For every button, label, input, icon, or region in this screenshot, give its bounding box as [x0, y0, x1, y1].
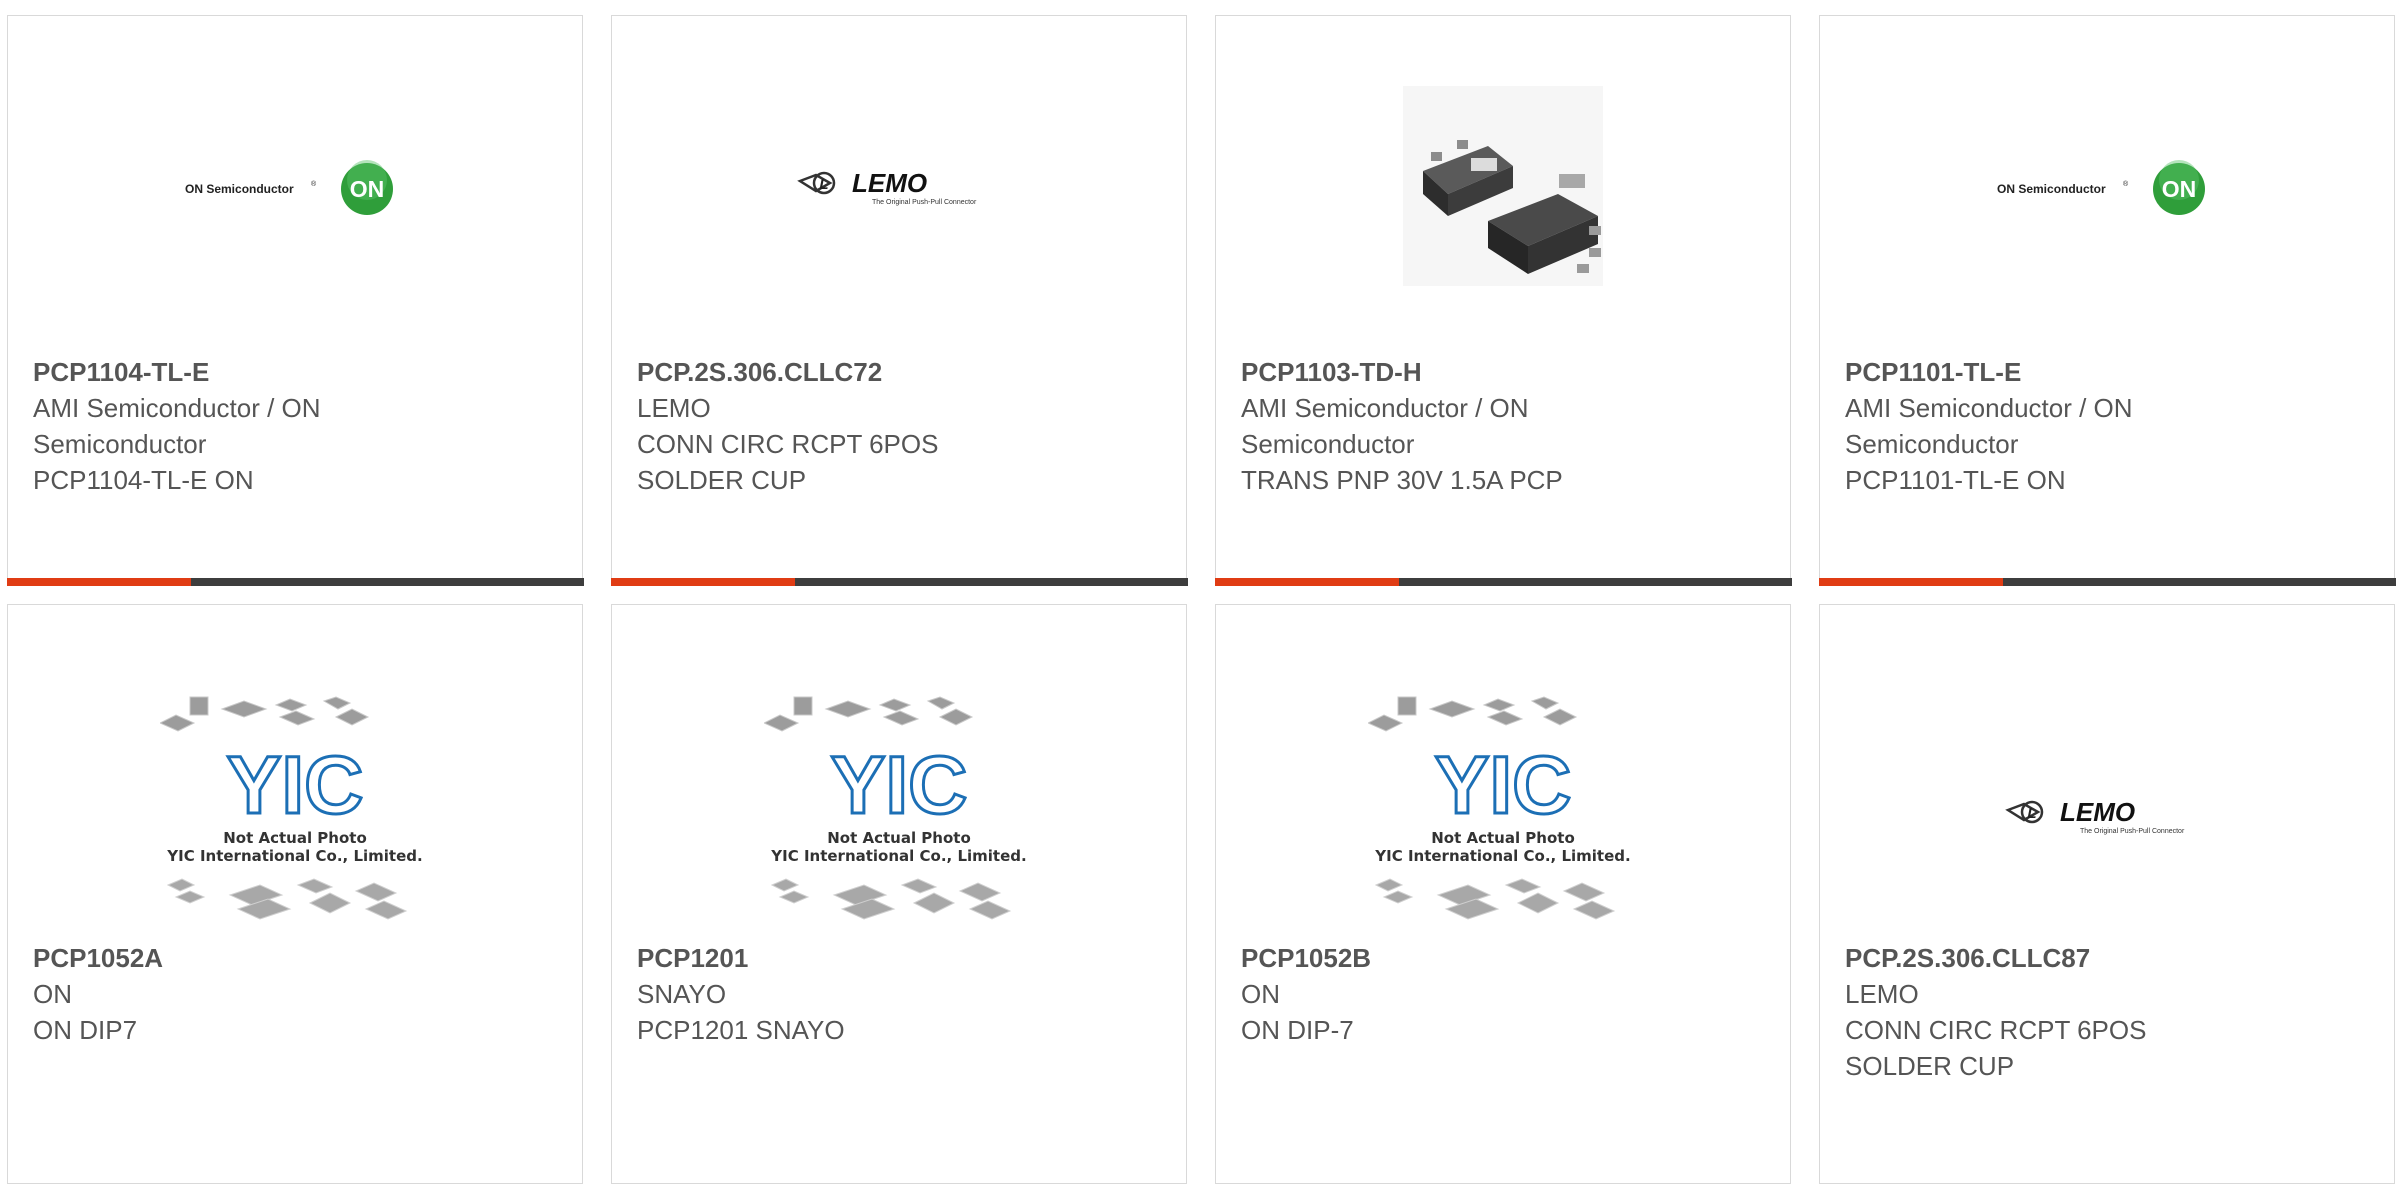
manufacturer: AMI Semiconductor / ON [33, 393, 321, 423]
product-card[interactable]: L LEMO The Original Push-Pull Connector … [1819, 604, 2395, 1184]
description: PCP1104-TL-E ON [33, 465, 254, 495]
svg-text:LEMO: LEMO [852, 168, 927, 198]
svg-text:YIC: YIC [831, 740, 968, 831]
svg-text:YIC International Co., Limited: YIC International Co., Limited. [1374, 847, 1630, 865]
description-cont: SOLDER CUP [637, 465, 807, 495]
svg-text:®: ® [2123, 180, 2129, 188]
svg-text:Not Actual Photo: Not Actual Photo [827, 829, 971, 847]
description: ON DIP-7 [1241, 1015, 1354, 1045]
product-card[interactable]: YIC Not Actual Photo YIC International C… [7, 604, 583, 1184]
product-card[interactable]: YIC Not Actual Photo YIC International C… [611, 604, 1187, 1184]
description: ON DIP7 [33, 1015, 138, 1045]
svg-text:ON: ON [2162, 176, 2197, 202]
svg-text:LEMO: LEMO [2060, 797, 2135, 827]
lemo-logo: L LEMO The Original Push-Pull Connector [2005, 797, 2185, 835]
svg-text:YIC International Co., Limited: YIC International Co., Limited. [166, 847, 422, 865]
product-card[interactable]: YIC Not Actual Photo YIC International C… [1215, 604, 1791, 1184]
on-semiconductor-logo: ON Semiconductor ® ON [1997, 160, 2205, 215]
lemo-logo: L LEMO The Original Push-Pull Connector [797, 168, 977, 206]
product-image: YIC Not Actual Photo YIC International C… [612, 695, 1186, 935]
svg-text:L: L [2027, 805, 2036, 822]
description: CONN CIRC RCPT 6POS [637, 429, 939, 459]
manufacturer: ON [1241, 979, 1280, 1009]
description: PCP1101-TL-E ON [1845, 465, 2066, 495]
description: CONN CIRC RCPT 6POS [1845, 1015, 2147, 1045]
description: PCP1201 SNAYO [637, 1015, 845, 1045]
svg-text:®: ® [311, 180, 317, 188]
part-number[interactable]: PCP1052B [1241, 940, 1770, 976]
manufacturer: SNAYO [637, 979, 727, 1009]
svg-text:The Original Push-Pull Connect: The Original Push-Pull Connector [2080, 828, 2185, 835]
product-image: ON Semiconductor ® ON [1820, 16, 2394, 356]
part-number[interactable]: PCP1101-TL-E [1845, 354, 2374, 390]
product-grid: ON Semiconductor ® ON PCP1104-TL-E AMI S… [0, 0, 2400, 1184]
card-accent-bar [6, 577, 584, 586]
svg-text:Not Actual Photo: Not Actual Photo [223, 829, 367, 847]
product-image [1216, 16, 1790, 356]
transistor-package-photo [1403, 86, 1603, 286]
yic-placeholder-image: YIC Not Actual Photo YIC International C… [764, 696, 1027, 920]
manufacturer: LEMO [637, 393, 711, 423]
card-accent-bar [610, 577, 1188, 586]
yic-placeholder-image: YIC Not Actual Photo YIC International C… [1368, 696, 1631, 920]
manufacturer-cont: Semiconductor [33, 429, 207, 459]
product-image: YIC Not Actual Photo YIC International C… [8, 695, 582, 935]
description-cont: SOLDER CUP [1845, 1051, 2015, 1081]
part-number[interactable]: PCP.2S.306.CLLC72 [637, 354, 1166, 390]
manufacturer: ON [33, 979, 72, 1009]
part-number[interactable]: PCP1103-TD-H [1241, 354, 1770, 390]
yic-placeholder-image: YIC Not Actual Photo YIC International C… [160, 696, 423, 920]
card-accent-bar [1818, 577, 2396, 586]
svg-text:YIC: YIC [227, 740, 364, 831]
part-number[interactable]: PCP1052A [33, 940, 562, 976]
manufacturer: AMI Semiconductor / ON [1241, 393, 1529, 423]
product-card[interactable]: ON Semiconductor ® ON PCP1101-TL-E AMI S… [1818, 15, 2396, 586]
product-image: YIC Not Actual Photo YIC International C… [1216, 695, 1790, 935]
svg-text:L: L [819, 176, 828, 193]
product-image: ON Semiconductor ® ON [8, 16, 582, 356]
manufacturer: AMI Semiconductor / ON [1845, 393, 2133, 423]
product-card[interactable]: PCP1103-TD-H AMI Semiconductor / ON Semi… [1214, 15, 1792, 586]
product-card[interactable]: ON Semiconductor ® ON PCP1104-TL-E AMI S… [6, 15, 584, 586]
product-card[interactable]: L LEMO The Original Push-Pull Connector … [610, 15, 1188, 586]
part-number[interactable]: PCP1201 [637, 940, 1166, 976]
svg-text:Not Actual Photo: Not Actual Photo [1431, 829, 1575, 847]
svg-text:ON Semiconductor: ON Semiconductor [1997, 182, 2106, 196]
manufacturer-cont: Semiconductor [1845, 429, 2019, 459]
card-accent-bar [1214, 577, 1792, 586]
on-semiconductor-logo: ON Semiconductor ® ON [185, 160, 393, 215]
manufacturer-cont: Semiconductor [1241, 429, 1415, 459]
manufacturer: LEMO [1845, 979, 1919, 1009]
svg-text:YIC International Co., Limited: YIC International Co., Limited. [770, 847, 1026, 865]
part-number[interactable]: PCP1104-TL-E [33, 354, 562, 390]
svg-text:YIC: YIC [1435, 740, 1572, 831]
product-image: L LEMO The Original Push-Pull Connector [1820, 695, 2394, 935]
description: TRANS PNP 30V 1.5A PCP [1241, 465, 1563, 495]
svg-text:ON: ON [350, 176, 385, 202]
svg-text:The Original Push-Pull Connect: The Original Push-Pull Connector [872, 199, 977, 206]
product-image: L LEMO The Original Push-Pull Connector [612, 16, 1186, 356]
svg-text:ON Semiconductor: ON Semiconductor [185, 182, 294, 196]
part-number[interactable]: PCP.2S.306.CLLC87 [1845, 940, 2374, 976]
